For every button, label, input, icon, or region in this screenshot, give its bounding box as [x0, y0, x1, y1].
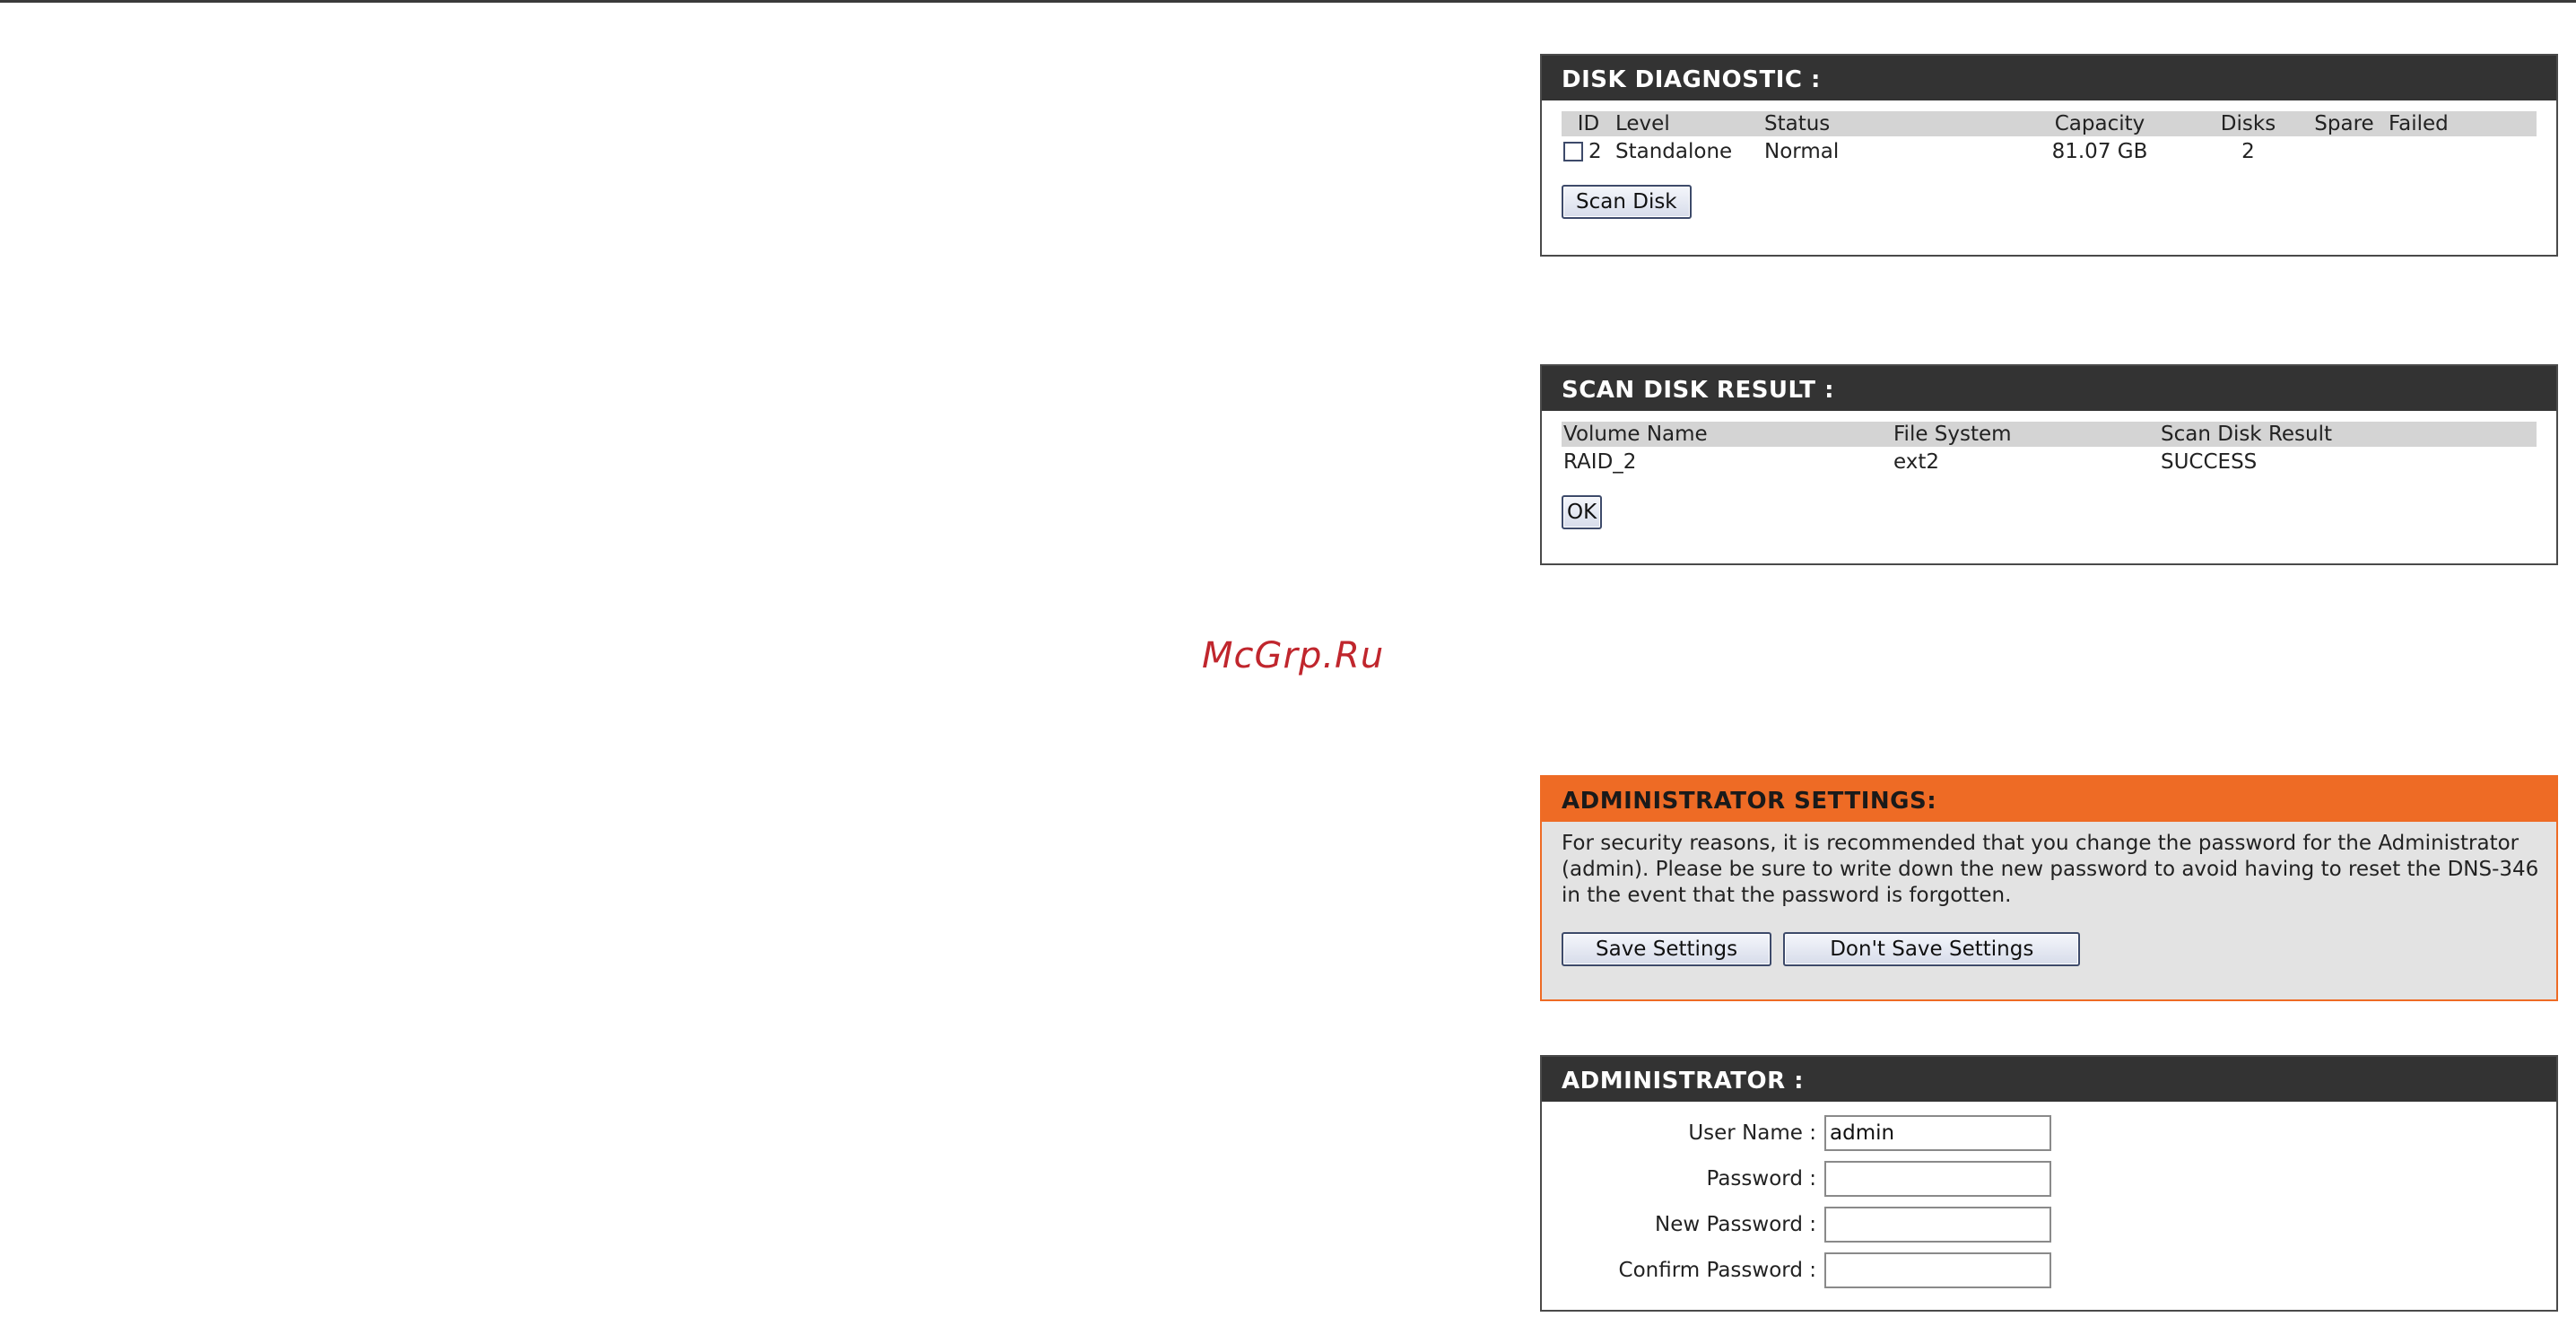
password-row: Password : [1542, 1161, 2556, 1197]
new-password-label: New Password : [1655, 1213, 1816, 1236]
ok-button[interactable]: OK [1562, 495, 1603, 529]
column-header-volume-name: Volume Name [1562, 422, 1892, 447]
table-header-row: ID Level Status Capacity Disks Spare Fai… [1562, 111, 2537, 136]
administrator-settings-title: ADMINISTRATOR SETTINGS: [1542, 777, 2556, 822]
disk-select-checkbox[interactable] [1563, 142, 1583, 161]
new-password-input[interactable] [1824, 1207, 2051, 1243]
administrator-settings-body: For security reasons, it is recommended … [1542, 822, 2556, 966]
confirm-password-label: Confirm Password : [1618, 1259, 1816, 1282]
disk-capacity: 81.07 GB [2051, 140, 2148, 163]
column-header-file-system: File System [1892, 422, 2159, 447]
volume-name: RAID_2 [1563, 450, 1637, 474]
dont-save-settings-button[interactable]: Don't Save Settings [1783, 932, 2081, 966]
column-header-scan-result: Scan Disk Result [2159, 422, 2537, 447]
table-row: RAID_2 ext2 SUCCESS [1562, 447, 2537, 477]
user-name-row: User Name : [1542, 1115, 2556, 1151]
user-name-label: User Name : [1688, 1121, 1816, 1145]
file-system: ext2 [1893, 450, 1940, 474]
disk-id-cell: 2 [1562, 136, 1614, 167]
confirm-password-row: Confirm Password : [1542, 1252, 2556, 1288]
administrator-settings-panel: ADMINISTRATOR SETTINGS: For security rea… [1540, 775, 2558, 1001]
disk-diagnostic-table: ID Level Status Capacity Disks Spare Fai… [1562, 111, 2537, 167]
new-password-row: New Password : [1542, 1207, 2556, 1243]
disk-diagnostic-body: ID Level Status Capacity Disks Spare Fai… [1542, 100, 2556, 219]
table-row: 2 Standalone Normal 81.07 GB 2 [1562, 136, 2537, 167]
disk-diagnostic-title: DISK DIAGNOSTIC : [1542, 56, 2556, 100]
disk-failed [2387, 136, 2537, 167]
column-header-failed: Failed [2387, 111, 2537, 136]
column-header-disks: Disks [2195, 111, 2300, 136]
save-settings-button[interactable]: Save Settings [1562, 932, 1772, 966]
administrator-form: User Name : Password : New Password : Co… [1542, 1102, 2556, 1299]
scan-disk-result-title: SCAN DISK RESULT : [1542, 366, 2556, 411]
confirm-password-input[interactable] [1824, 1252, 2051, 1288]
scan-disk-button[interactable]: Scan Disk [1562, 185, 1692, 219]
password-input[interactable] [1824, 1161, 2051, 1197]
disk-spare [2300, 136, 2387, 167]
column-header-capacity: Capacity [2003, 111, 2195, 136]
user-name-input[interactable] [1824, 1115, 2051, 1151]
scan-disk-result-table: Volume Name File System Scan Disk Result… [1562, 422, 2537, 477]
scan-disk-result-panel: SCAN DISK RESULT : Volume Name File Syst… [1540, 364, 2558, 565]
disk-level: Standalone [1615, 140, 1733, 163]
disk-diagnostic-panel: DISK DIAGNOSTIC : ID Level Status Capaci… [1540, 54, 2558, 257]
disk-status: Normal [1764, 140, 1840, 163]
security-notice: For security reasons, it is recommended … [1562, 832, 2539, 907]
disk-count: 2 [2241, 140, 2255, 163]
top-divider [0, 0, 2576, 3]
password-label: Password : [1706, 1167, 1817, 1191]
column-header-id: ID [1562, 111, 1614, 136]
column-header-status: Status [1762, 111, 2003, 136]
administrator-title: ADMINISTRATOR : [1542, 1057, 2556, 1102]
table-header-row: Volume Name File System Scan Disk Result [1562, 422, 2537, 447]
column-header-level: Level [1614, 111, 1762, 136]
column-header-spare: Spare [2300, 111, 2387, 136]
administrator-panel: ADMINISTRATOR : User Name : Password : N… [1540, 1055, 2558, 1312]
scan-disk-result-body: Volume Name File System Scan Disk Result… [1542, 411, 2556, 529]
watermark-text: McGrp.Ru [1202, 635, 1385, 676]
scan-result: SUCCESS [2161, 450, 2258, 474]
disk-id: 2 [1588, 140, 1602, 163]
